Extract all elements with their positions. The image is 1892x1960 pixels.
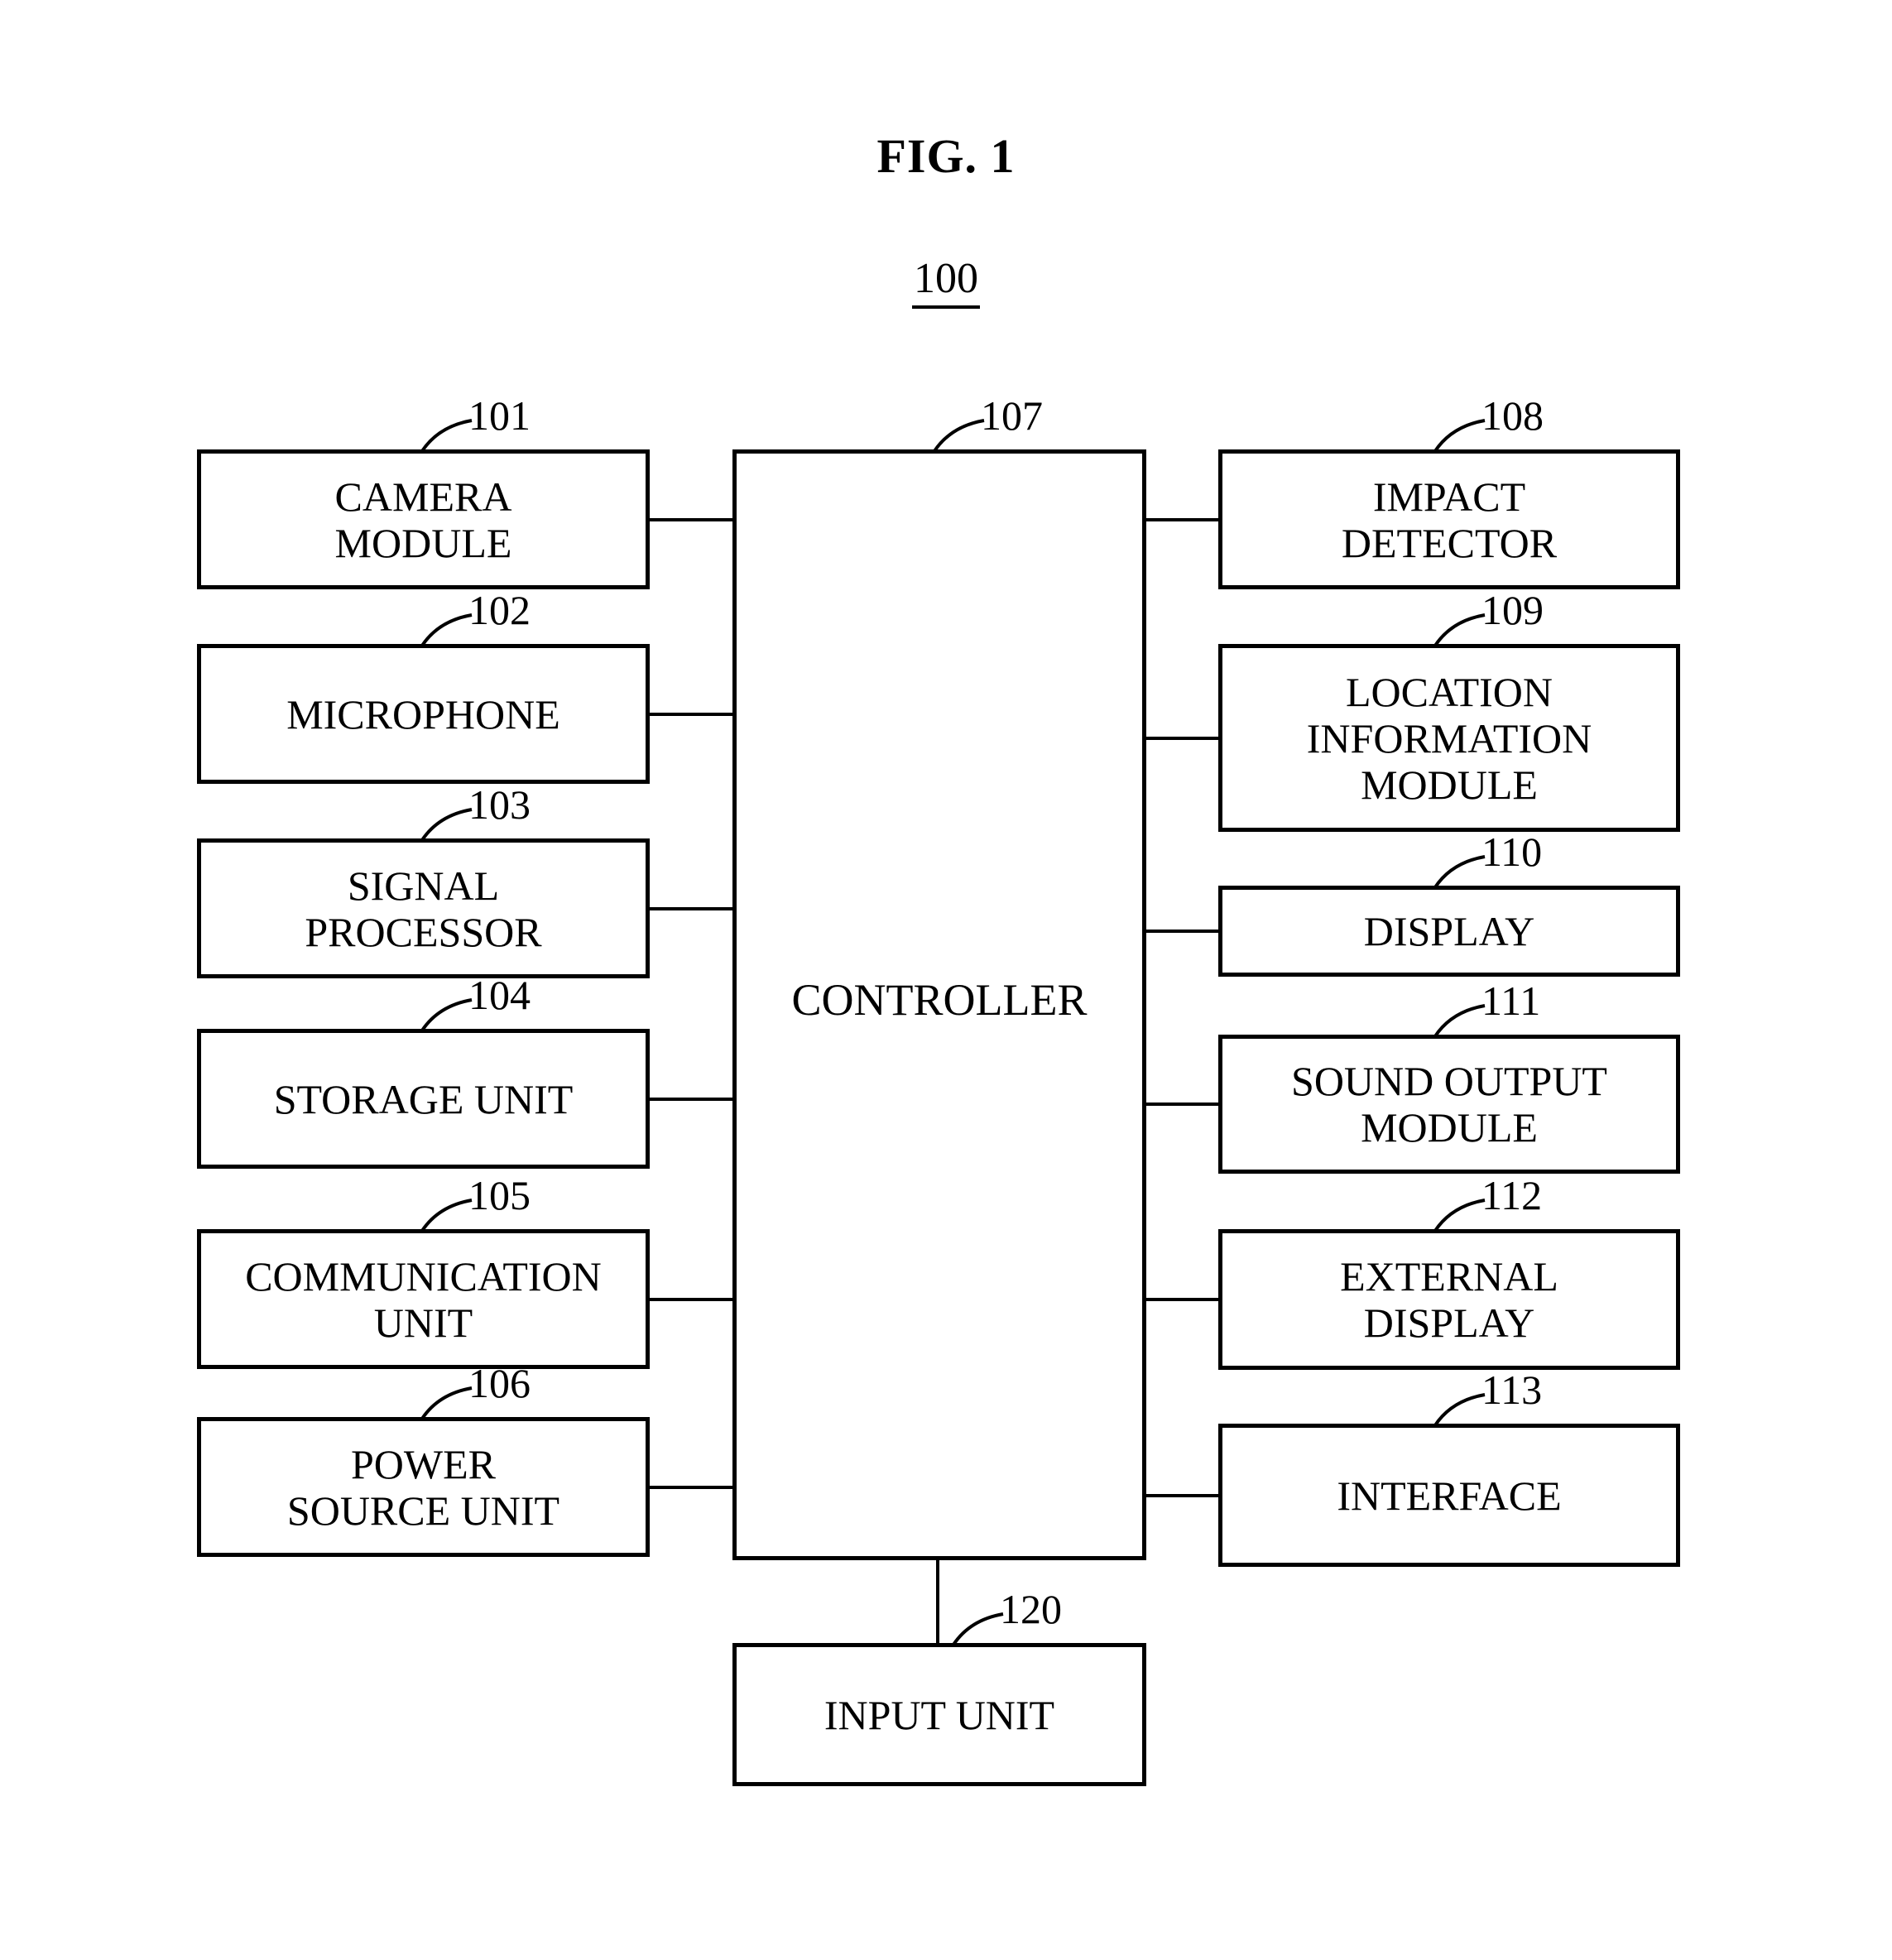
refnum-110: 110: [1481, 829, 1543, 875]
connector-microphone: [648, 713, 734, 716]
block-input-unit: INPUT UNIT: [732, 1643, 1146, 1786]
block-display-label: DISPLAY: [1363, 908, 1535, 954]
connector-location-information-module: [1145, 737, 1220, 740]
block-display: DISPLAY: [1218, 886, 1680, 977]
block-communication-unit: COMMUNICATION UNIT: [197, 1229, 650, 1369]
block-location-information-module: LOCATION INFORMATION MODULE: [1218, 644, 1680, 832]
block-power-source-unit: POWER SOURCE UNIT: [197, 1417, 650, 1557]
block-microphone: MICROPHONE: [197, 644, 650, 784]
block-microphone-label: MICROPHONE: [286, 690, 560, 737]
refnum-101: 101: [468, 392, 531, 439]
refnum-103: 103: [468, 781, 531, 828]
block-external-display-label: EXTERNAL DISPLAY: [1340, 1253, 1558, 1346]
refnum-120: 120: [1000, 1586, 1062, 1632]
refnum-113: 113: [1481, 1367, 1543, 1413]
connector-impact-detector: [1145, 518, 1220, 521]
block-sound-output-module-label: SOUND OUTPUT MODULE: [1291, 1058, 1607, 1151]
patent-figure-page: FIG. 1 100 CAMERA MODULE MICROPHONE SIGNA…: [0, 0, 1892, 1960]
block-power-source-unit-label: POWER SOURCE UNIT: [286, 1440, 560, 1534]
refnum-108: 108: [1481, 392, 1544, 439]
block-signal-processor: SIGNAL PROCESSOR: [197, 838, 650, 978]
block-location-information-module-label: LOCATION INFORMATION MODULE: [1306, 668, 1592, 808]
system-reference-100: 100: [0, 254, 1892, 309]
refnum-112: 112: [1481, 1172, 1543, 1218]
connector-sound-output-module: [1145, 1102, 1220, 1106]
block-interface: INTERFACE: [1218, 1424, 1680, 1567]
refnum-107: 107: [981, 392, 1043, 439]
connector-interface: [1145, 1494, 1220, 1497]
block-interface-label: INTERFACE: [1337, 1472, 1562, 1519]
block-camera-module: CAMERA MODULE: [197, 449, 650, 589]
block-communication-unit-label: COMMUNICATION UNIT: [245, 1252, 602, 1346]
block-input-unit-label: INPUT UNIT: [824, 1691, 1055, 1738]
connector-display: [1145, 930, 1220, 933]
block-storage-unit: STORAGE UNIT: [197, 1029, 650, 1169]
block-sound-output-module: SOUND OUTPUT MODULE: [1218, 1035, 1680, 1174]
block-impact-detector-label: IMPACT DETECTOR: [1341, 473, 1558, 566]
figure-title: FIG. 1: [876, 129, 1016, 183]
block-external-display: EXTERNAL DISPLAY: [1218, 1229, 1680, 1370]
block-impact-detector: IMPACT DETECTOR: [1218, 449, 1680, 589]
connector-external-display: [1145, 1298, 1220, 1301]
refnum-109: 109: [1481, 587, 1544, 633]
refnum-106: 106: [468, 1360, 531, 1406]
connector-signal-processor: [648, 907, 734, 910]
connector-camera-module: [648, 518, 734, 521]
refnum-111: 111: [1481, 978, 1541, 1024]
refnum-102: 102: [468, 587, 531, 633]
block-controller: CONTROLLER: [732, 449, 1146, 1560]
system-reference-100-text: 100: [912, 255, 980, 309]
block-camera-module-label: CAMERA MODULE: [334, 473, 512, 566]
block-signal-processor-label: SIGNAL PROCESSOR: [305, 862, 542, 955]
connector-power-source-unit: [648, 1486, 734, 1489]
connector-communication-unit: [648, 1298, 734, 1301]
connector-input-unit: [936, 1559, 939, 1645]
refnum-105: 105: [468, 1172, 531, 1218]
connector-storage-unit: [648, 1098, 734, 1101]
refnum-104: 104: [468, 972, 531, 1018]
block-controller-label: CONTROLLER: [791, 975, 1088, 1025]
block-storage-unit-label: STORAGE UNIT: [273, 1075, 574, 1122]
